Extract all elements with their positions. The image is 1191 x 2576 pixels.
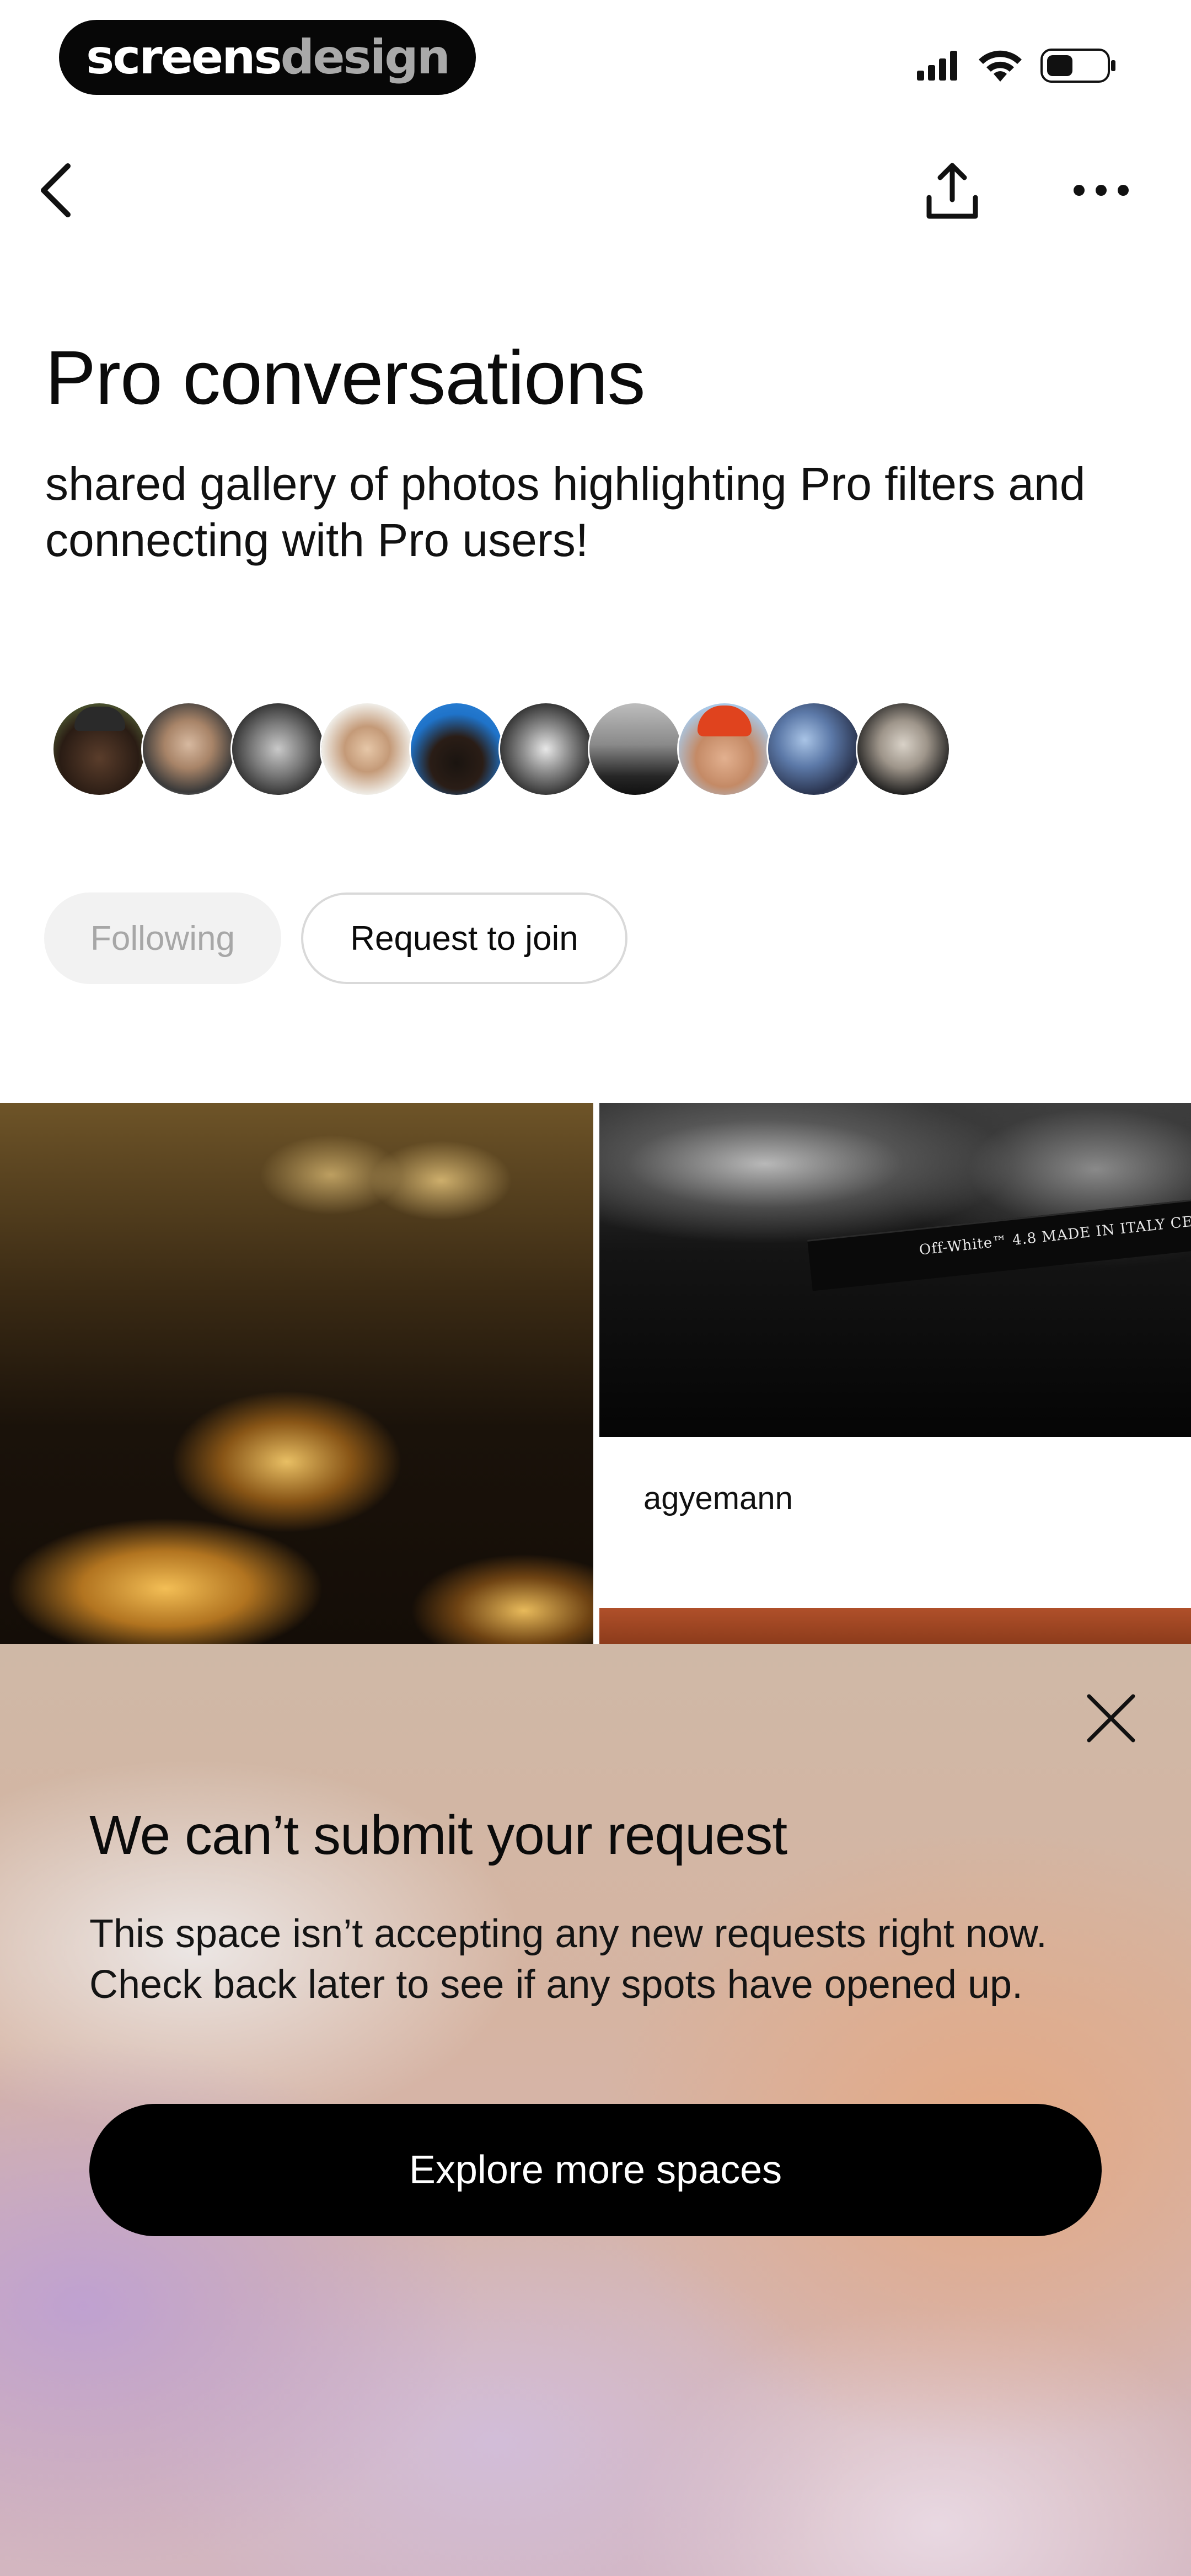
back-button[interactable] [25,160,85,221]
avatar[interactable] [589,703,681,795]
strap-text: Off-White™ 4.8 MADE IN ITALY CE [918,1213,1191,1259]
more-horizontal-icon [1074,185,1129,196]
avatar[interactable] [768,703,860,795]
share-button[interactable] [922,160,983,221]
sheet-message: This space isn’t accepting any new reque… [89,1912,1047,2007]
avatar[interactable] [53,703,145,795]
avatar[interactable] [857,703,949,795]
explore-more-spaces-button[interactable]: Explore more spaces [89,2104,1102,2236]
space-description: shared gallery of photos highlighting Pr… [45,458,1086,566]
sheet-title: We can’t submit your request [89,1804,787,1866]
photo-strap: Off-White™ 4.8 MADE IN ITALY CE [807,1198,1191,1291]
request-error-sheet: We can’t submit your request This space … [0,1644,1191,2576]
battery-icon [1040,49,1117,85]
status-icons [917,49,1117,85]
request-to-join-button[interactable]: Request to join [301,892,627,984]
space-title: Pro conversations [45,335,646,420]
avatar[interactable] [232,703,324,795]
wifi-icon [979,50,1022,84]
share-upload-icon [926,163,978,219]
member-avatars[interactable] [53,703,949,795]
photo-author-caption: agyemann [643,1481,793,1516]
gallery-photo-rust[interactable] [599,1608,1191,1647]
screen: screens design Pro conversations shared … [0,0,1191,2576]
gallery-caption-card[interactable]: agyemann [599,1437,1191,1608]
avatar[interactable] [500,703,592,795]
brand-primary: screens [86,30,282,85]
gallery-photo-bw[interactable]: Off-White™ 4.8 MADE IN ITALY CE [599,1103,1191,1437]
brand-secondary: design [280,30,450,85]
avatar[interactable] [411,703,502,795]
close-sheet-button[interactable] [1075,1682,1147,1754]
more-button[interactable] [1071,160,1131,221]
brand-logo: screens design [59,20,476,95]
following-button[interactable]: Following [44,892,281,984]
gallery-photo-candles[interactable] [0,1103,593,1644]
avatar[interactable] [321,703,413,795]
close-icon [1087,1694,1135,1743]
cellular-signal-icon [917,51,960,83]
chevron-left-icon [41,163,71,217]
avatar[interactable] [679,703,770,795]
avatar[interactable] [143,703,234,795]
